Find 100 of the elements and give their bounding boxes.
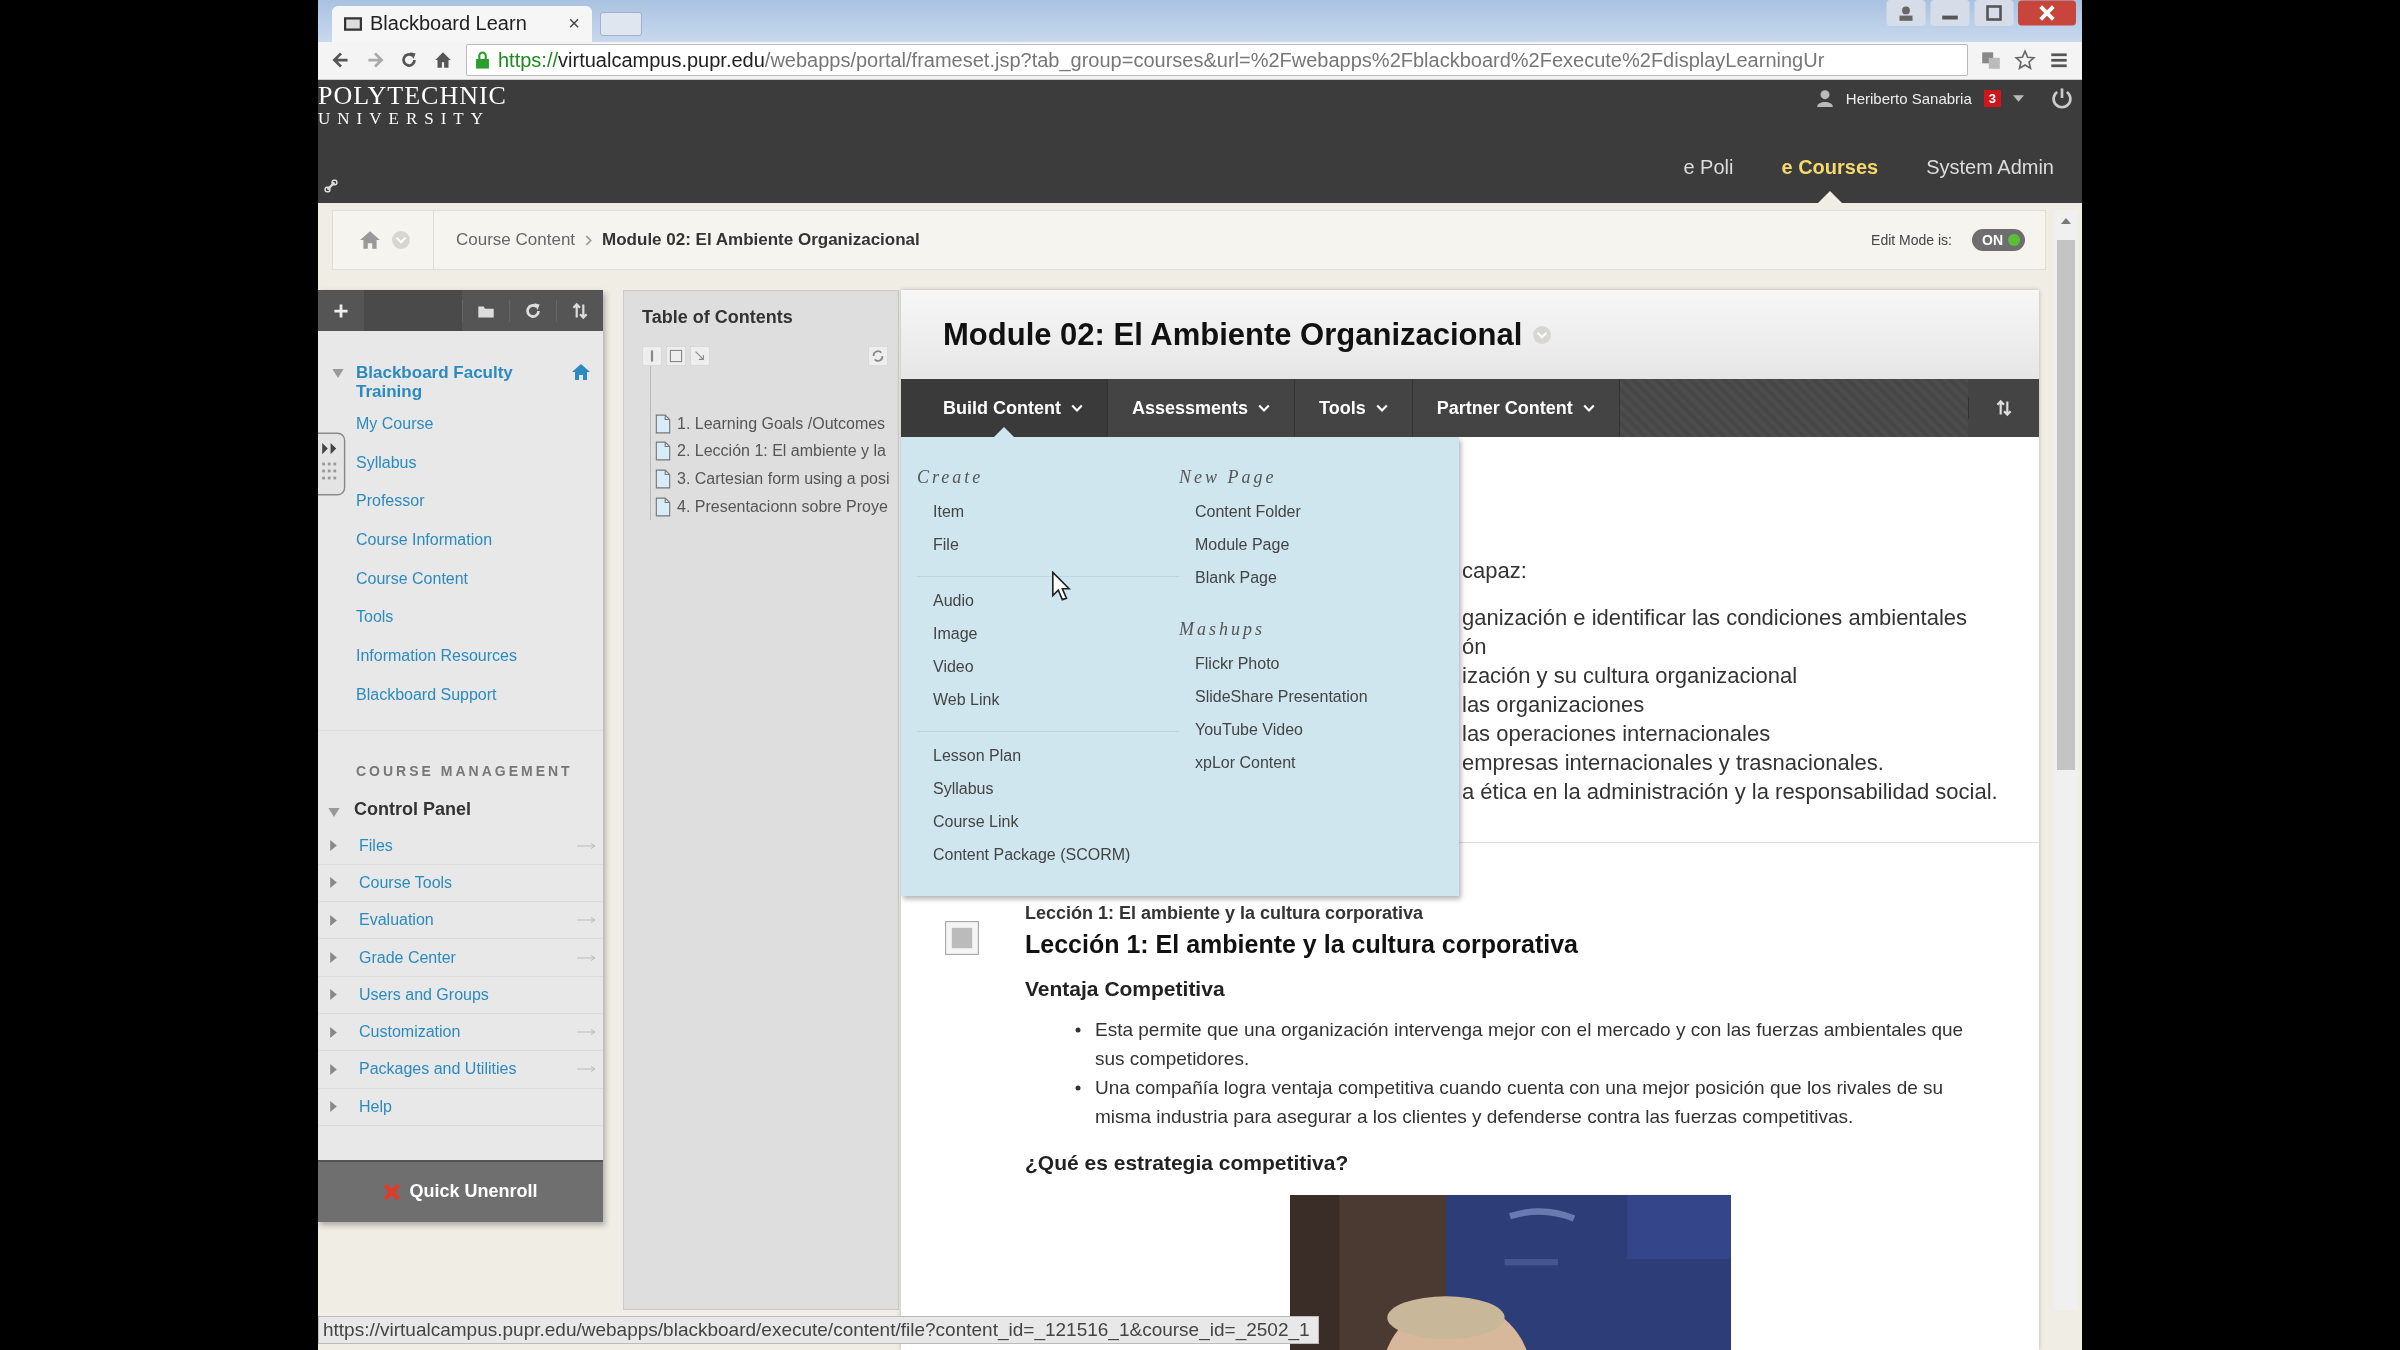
- collapse-icon[interactable]: [642, 346, 662, 366]
- menu-item[interactable]: Course Link: [933, 812, 1179, 845]
- body-text: ganización e identificar las condiciones ambientales: [1462, 604, 1969, 632]
- toc-link[interactable]: 3. Cartesian form using a posi: [677, 470, 890, 488]
- collapse-handle-icon[interactable]: [318, 430, 346, 498]
- close-icon: [383, 1182, 402, 1201]
- bullet-icon: [1075, 1085, 1081, 1091]
- action-menu-button[interactable]: Build Content: [901, 379, 1108, 437]
- menu-item[interactable]: Web Link: [933, 690, 1179, 723]
- body-text: ón: [1462, 633, 1488, 661]
- close-icon[interactable]: [2018, 0, 2076, 26]
- tab-close-button[interactable]: ×: [568, 12, 580, 36]
- item-subheading: ¿Qué es estrategia competitiva?: [1025, 1151, 1350, 1175]
- bullet-icon: [1075, 1027, 1081, 1033]
- document-icon: [655, 413, 671, 434]
- breadcrumb-link[interactable]: Course Content: [456, 230, 576, 250]
- menu-section-heading: Create: [917, 467, 985, 488]
- caret-icon[interactable]: [1071, 404, 1083, 412]
- scroll-up-arrow-icon[interactable]: [2061, 218, 2071, 224]
- home-icon[interactable]: [571, 363, 591, 381]
- body-text: las organizaciones: [1462, 691, 1646, 719]
- edit-mode-label: Edit Mode is:: [1871, 232, 1952, 248]
- document-icon: [655, 441, 671, 462]
- body-text: a ética en la administración y la responsabilidad social.: [1462, 778, 1999, 806]
- menu-item[interactable]: Blank Page: [1195, 568, 1441, 601]
- expand-triangle-icon[interactable]: [330, 1026, 337, 1038]
- body-text: empresas internacionales y trasnacionales.: [1462, 749, 1885, 777]
- body-text: capaz:: [1462, 557, 1528, 585]
- university-logo[interactable]: POLYTECHNIC UNIVERSITY: [318, 82, 507, 128]
- caret-icon[interactable]: [1258, 404, 1271, 412]
- item-heading: Lección 1: El ambiente y la cultura corporativa: [1025, 930, 1579, 959]
- link-icon[interactable]: [324, 179, 338, 193]
- collapse-triangle-icon[interactable]: [328, 807, 340, 817]
- scrollbar[interactable]: [2054, 210, 2078, 1310]
- browser-tab[interactable]: Blackboard Learn ×: [332, 5, 592, 42]
- section-heading: COURSE MANAGEMENT: [318, 729, 603, 779]
- expand-triangle-icon[interactable]: [330, 1101, 337, 1113]
- profile-icon[interactable]: [1886, 0, 1926, 26]
- toc-link[interactable]: 1. Learning Goals /Outcomes: [677, 414, 886, 433]
- maximize-icon[interactable]: [1974, 0, 2014, 26]
- translate-icon[interactable]: [1980, 49, 2002, 72]
- user-name[interactable]: Heriberto Sanabria: [1845, 89, 1972, 107]
- expand-icon[interactable]: [666, 346, 686, 366]
- menu-section-heading: Mashups: [1179, 619, 1266, 640]
- item-title[interactable]: Lección 1: El ambiente y la cultura corporativa: [1025, 903, 1975, 924]
- nav-tab[interactable]: e Courses: [1781, 138, 1879, 203]
- menu-item[interactable]: Image: [933, 624, 1179, 657]
- user-icon: [1815, 89, 1834, 107]
- menu-item[interactable]: Item: [933, 502, 1179, 535]
- menu-item[interactable]: Audio: [933, 591, 1179, 624]
- menu-item[interactable]: Syllabus: [933, 779, 1179, 812]
- address-field[interactable]: https://virtualcampus.pupr.edu/webapps/portal/frameset.jsp?tab_group=courses&url=%2Fwebapps%2Fblackboard%2Fexecute%2FdisplayLearningUr: [466, 44, 1968, 77]
- expand-triangle-icon[interactable]: [330, 1063, 337, 1075]
- toc-link[interactable]: 4. Presentacionn sobre Proye: [677, 497, 888, 516]
- edit-mode-toggle[interactable]: ON: [1972, 229, 2025, 251]
- control-panel-title[interactable]: Control Panel: [354, 798, 471, 820]
- document-icon: [945, 921, 979, 955]
- arrow-icon[interactable]: [690, 346, 710, 366]
- expand-triangle-icon[interactable]: [330, 952, 337, 964]
- document-icon: [655, 496, 671, 517]
- caret-icon[interactable]: [2013, 94, 2024, 102]
- collapse-triangle-icon[interactable]: [332, 369, 344, 378]
- menu-item[interactable]: File: [933, 535, 1179, 568]
- panel-title: Table of Contents: [642, 306, 794, 328]
- menu-item[interactable]: Content Package (SCORM): [933, 845, 1179, 878]
- menu-item[interactable]: YouTube Video: [1195, 720, 1441, 753]
- star-icon[interactable]: [2014, 49, 2036, 72]
- expand-triangle-icon[interactable]: [330, 914, 337, 926]
- tab-title: Blackboard Learn: [370, 12, 527, 36]
- nav-tab[interactable]: System Admin: [1926, 138, 2054, 203]
- menu-item[interactable]: SlideShare Presentation: [1195, 687, 1441, 720]
- page-icon: [344, 16, 362, 31]
- menu-item[interactable]: Lesson Plan: [933, 746, 1179, 779]
- menu-item[interactable]: Module Page: [1195, 535, 1441, 568]
- toc-link[interactable]: 2. Lección 1: El ambiente y la: [677, 442, 886, 461]
- bullet-text: Una compañía logra ventaja competitiva cuando cuenta con una mejor posición que los rivales de su misma industria para asegurar a los clientes y defenderse contra las fuerzas competitivas.: [1095, 1076, 1945, 1129]
- expand-triangle-icon[interactable]: [330, 840, 337, 852]
- notification-count[interactable]: 3: [1983, 89, 2001, 107]
- status-url: https://virtualcampus.pupr.edu/webapps/blackboard/execute/content/file?content_id=_121516_1&course_id=_2502_1: [318, 1316, 1319, 1344]
- expand-triangle-icon[interactable]: [330, 877, 337, 889]
- new-tab-button[interactable]: [600, 11, 642, 36]
- quick-unenroll-button[interactable]: Quick Unenroll: [318, 1159, 603, 1222]
- sync-icon[interactable]: [868, 346, 888, 366]
- page-title: Module 02: El Ambiente Organizacional: [943, 316, 1523, 353]
- lock-icon: [475, 51, 490, 70]
- nav-tab[interactable]: e Poli: [1683, 138, 1734, 203]
- cursor-icon: [1051, 571, 1071, 601]
- caret-icon[interactable]: [1375, 404, 1388, 412]
- power-icon[interactable]: [2050, 86, 2074, 110]
- expand-triangle-icon[interactable]: [330, 989, 337, 1001]
- menu-item[interactable]: Content Folder: [1195, 502, 1441, 535]
- caret-icon[interactable]: [1582, 404, 1595, 412]
- menu-item[interactable]: Video: [933, 657, 1179, 690]
- menu-item[interactable]: Flickr Photo: [1195, 654, 1441, 687]
- menu-item[interactable]: xpLor Content: [1195, 753, 1441, 786]
- body-text: ización y su cultura organizacional: [1462, 662, 1799, 690]
- minimize-icon[interactable]: [1930, 0, 1970, 26]
- item-subheading: Ventaja Competitiva: [1025, 977, 1226, 1001]
- menu-section-heading: New Page: [1179, 467, 1278, 488]
- bullet-text: Esta permite que una organización intervenga mejor con el mercado y con las fuerzas ambientales que sus competidores.: [1095, 1018, 1965, 1071]
